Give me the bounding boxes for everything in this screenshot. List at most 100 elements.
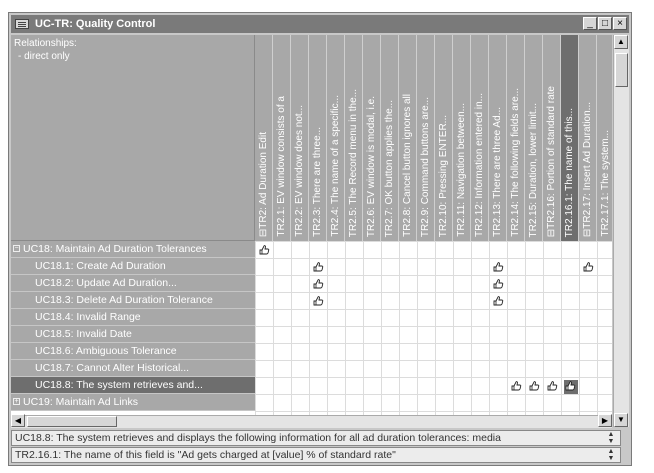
column-header[interactable]: TR2.12: Information entered in... <box>471 35 489 241</box>
column-header-label: TR2.3: There are three... <box>312 127 323 237</box>
link-hand-icon[interactable] <box>492 278 504 289</box>
column-description-bar: TR2.16.1: The name of this field is "Ad … <box>11 447 621 463</box>
column-header[interactable]: TR2.6: EV window is modal, i.e. <box>363 35 381 241</box>
link-hand-icon[interactable] <box>510 380 522 391</box>
maximize-button[interactable]: □ <box>598 17 612 30</box>
column-header[interactable]: TR2.13: There are three Ad... <box>489 35 507 241</box>
row-header[interactable]: UC18.5: Invalid Date <box>11 326 255 343</box>
column-header[interactable]: ⊟TR2: Ad Duration Edit <box>255 35 273 241</box>
row-header-label: UC18.4: Invalid Range <box>35 311 141 323</box>
column-header[interactable]: TR2.15: Duration, lower limit... <box>525 35 543 241</box>
row-header-label: UC18.6: Ambiguous Tolerance <box>35 345 177 357</box>
column-header[interactable]: TR2.4: The name of a specific... <box>327 35 345 241</box>
traceability-matrix: Relationships: - direct only ⊟TR2: Ad Du… <box>11 35 612 427</box>
row-header-label: UC18.3: Delete Ad Duration Tolerance <box>35 294 213 306</box>
link-hand-icon[interactable] <box>312 261 324 272</box>
column-header-label: TR2.2: EV window does not... <box>294 105 305 237</box>
link-hand-icon[interactable] <box>312 278 324 289</box>
window-title: UC-TR: Quality Control <box>35 18 156 30</box>
column-header-label: TR2.9: Command buttons are... <box>420 96 431 237</box>
column-header[interactable]: TR2.14: The following fields are... <box>507 35 525 241</box>
row-header[interactable]: UC18.2: Update Ad Duration... <box>11 275 255 292</box>
quality-control-window: UC-TR: Quality Control _ □ × Relationshi… <box>8 12 632 466</box>
column-header-label: TR2.15: Duration, lower limit... <box>528 102 539 238</box>
column-header[interactable]: TR2.16.1: The name of this... <box>561 35 579 241</box>
column-header-label: TR2.17.1: The system... <box>600 130 611 237</box>
row-header[interactable]: UC18.1: Create Ad Duration <box>11 258 255 275</box>
column-header[interactable]: TR2.8: Cancel button ignores all <box>399 35 417 241</box>
row-description-spinner-icon[interactable]: ▲ ▼ <box>604 431 618 445</box>
column-header-label: TR2.14: The following fields are... <box>510 88 521 237</box>
link-hand-icon[interactable] <box>312 295 324 306</box>
column-header[interactable]: TR2.17.1: The system... <box>597 35 612 241</box>
column-header[interactable]: ⊟TR2.17: Insert Ad Duration... <box>579 35 597 241</box>
link-hand-icon[interactable] <box>492 261 504 272</box>
column-header[interactable]: TR2.5: The Record menu in the... <box>345 35 363 241</box>
row-header[interactable]: + UC19: Maintain Ad Links <box>11 394 255 411</box>
collapse-icon[interactable]: − <box>13 245 20 252</box>
column-header-label: TR2.4: The name of a specific... <box>330 95 341 237</box>
column-header-label: TR2.11: Navigation between... <box>456 103 467 237</box>
column-header-label: TR2.6: EV window is modal, i.e. <box>366 95 377 237</box>
row-header-label: UC19: Maintain Ad Links <box>23 396 138 408</box>
column-header-label: TR2.10: Pressing ENTER... <box>438 114 449 237</box>
row-header[interactable]: − UC18: Maintain Ad Duration Tolerances <box>11 241 255 258</box>
scroll-up-arrow-icon[interactable]: ▲ <box>614 35 628 49</box>
vertical-scroll-thumb[interactable] <box>615 53 628 87</box>
link-hand-icon[interactable] <box>528 380 540 391</box>
column-header-label: TR2.16.1: The name of this... <box>564 107 575 237</box>
matrix-cells[interactable] <box>255 241 612 427</box>
row-header-label: UC18.5: Invalid Date <box>35 328 132 340</box>
close-button[interactable]: × <box>613 17 627 30</box>
row-header[interactable]: UC18.6: Ambiguous Tolerance <box>11 343 255 360</box>
minimize-button[interactable]: _ <box>583 17 597 30</box>
column-header-label: ⊟TR2.17: Insert Ad Duration... <box>582 101 593 237</box>
row-header[interactable]: UC18.4: Invalid Range <box>11 309 255 326</box>
column-header-label: TR2.12: Information entered in... <box>474 93 485 237</box>
scroll-down-arrow-icon[interactable]: ▼ <box>614 413 628 427</box>
row-header-label: UC18: Maintain Ad Duration Tolerances <box>23 243 207 255</box>
window-app-icon <box>15 19 29 29</box>
link-hand-icon[interactable] <box>492 295 504 306</box>
row-header[interactable]: UC18.3: Delete Ad Duration Tolerance <box>11 292 255 309</box>
column-header[interactable]: TR2.2: EV window does not... <box>291 35 309 241</box>
relationships-heading: Relationships: <box>14 38 77 49</box>
scroll-left-arrow-icon[interactable]: ◀ <box>11 414 25 427</box>
link-hand-icon[interactable] <box>582 261 594 272</box>
column-header-label: TR2.7: OK button applies the... <box>384 99 395 237</box>
column-header[interactable]: ⊟TR2.16: Portion of standard rate <box>543 35 561 241</box>
column-description-spinner-icon[interactable]: ▲ ▼ <box>604 448 618 462</box>
title-bar[interactable]: UC-TR: Quality Control _ □ × <box>11 15 629 33</box>
row-header-label: UC18.7: Cannot Alter Historical... <box>35 362 190 374</box>
column-header-label: TR2.8: Cancel button ignores all <box>402 94 413 237</box>
row-header-label: UC18.8: The system retrieves and... <box>35 379 203 391</box>
column-header[interactable]: TR2.3: There are three... <box>309 35 327 241</box>
column-header[interactable]: TR2.7: OK button applies the... <box>381 35 399 241</box>
column-description-text: TR2.16.1: The name of this field is "Ad … <box>15 449 396 461</box>
column-header[interactable]: TR2.9: Command buttons are... <box>417 35 435 241</box>
column-header[interactable]: TR2.1: EV window consists of a <box>273 35 291 241</box>
scroll-right-arrow-icon[interactable]: ▶ <box>598 414 612 427</box>
link-hand-icon[interactable] <box>258 244 270 255</box>
column-header[interactable]: TR2.10: Pressing ENTER... <box>435 35 453 241</box>
row-header-label: UC18.2: Update Ad Duration... <box>35 277 177 289</box>
expand-icon[interactable]: + <box>13 398 20 405</box>
column-header-label: TR2.5: The Record menu in the... <box>348 88 359 237</box>
relationships-filter[interactable]: - direct only <box>18 51 70 62</box>
column-header-label: TR2.1: EV window consists of a <box>276 96 287 237</box>
row-header[interactable]: UC18.8: The system retrieves and... <box>11 377 255 394</box>
vertical-scrollbar[interactable]: ▲ ▼ <box>613 35 629 427</box>
column-header-label: TR2.13: There are three Ad... <box>492 107 503 237</box>
row-header[interactable]: UC18.7: Cannot Alter Historical... <box>11 360 255 377</box>
column-header-label: ⊟TR2.16: Portion of standard rate <box>546 85 557 237</box>
row-header-label: UC18.1: Create Ad Duration <box>35 260 166 272</box>
horizontal-scrollbar[interactable]: ◀ ▶ <box>11 414 612 428</box>
horizontal-scroll-thumb[interactable] <box>27 416 117 427</box>
link-hand-icon[interactable] <box>564 380 578 394</box>
link-hand-icon[interactable] <box>546 380 558 391</box>
row-description-text: UC18.8: The system retrieves and display… <box>15 432 501 444</box>
row-description-bar: UC18.8: The system retrieves and display… <box>11 430 621 446</box>
column-header[interactable]: TR2.11: Navigation between... <box>453 35 471 241</box>
relationships-panel: Relationships: - direct only <box>11 35 255 241</box>
column-header-label: ⊟TR2: Ad Duration Edit <box>258 131 269 237</box>
